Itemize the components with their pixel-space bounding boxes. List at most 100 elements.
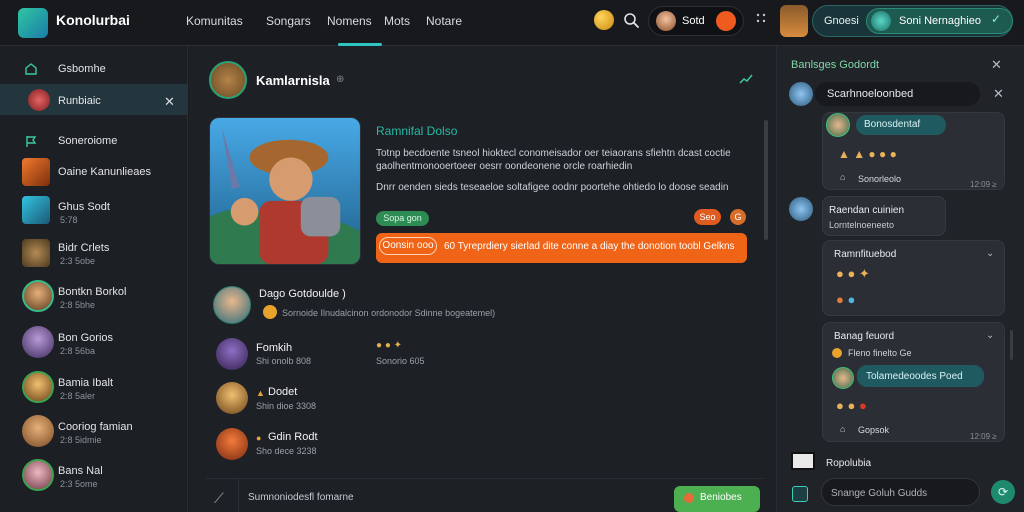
avatar [22,371,54,403]
orange-tag-small[interactable]: G [730,209,746,225]
sidebar-item-sub: 2:8 5idmie [60,435,102,445]
sidebar-item-cooriog[interactable]: Cooriog famian [58,421,133,433]
chevron-down-icon[interactable]: ⌄ [986,330,994,341]
nav-komunitas[interactable]: Komunitas [186,14,243,28]
sidebar-item-soneroiome[interactable]: Soneroiome [58,135,117,147]
message-text: Scarhnoeloonbed [827,88,914,100]
comment-author[interactable]: Dodet [268,386,297,398]
chip-text: Bonosdentaf [864,119,921,130]
page-title: Kamlarnisla [256,73,330,88]
timestamp: 12:09 ≥ [970,180,997,189]
comment-avatar[interactable] [216,382,248,414]
group-avatar[interactable] [209,61,247,99]
trend-icon[interactable] [739,72,753,86]
reaction-count: Sonorio 605 [376,356,425,366]
user-avatar[interactable] [656,11,676,31]
avatar [22,415,54,447]
avatar[interactable] [789,197,813,221]
notification-dot-icon[interactable] [716,11,736,31]
avatar [826,113,850,137]
sidebar-item-ghus[interactable]: Ghus Sodt [58,201,110,213]
sidebar-item-bamia[interactable]: Bamia Ibalt [58,377,113,389]
edit-icon[interactable] [792,486,808,502]
banner-pill[interactable]: Oonsin ooo [379,237,437,255]
sidebar-item-bontkn[interactable]: Bontkn Borkol [58,286,126,298]
comment-avatar[interactable] [213,286,251,324]
sidebar-item-bon[interactable]: Bon Gorios [58,332,113,344]
sidebar-item-gsbomhe[interactable]: Gsbomhe [58,63,106,75]
sidebar-item-sub: 2:8 5aler [60,391,96,401]
nav-mots[interactable]: Mots [384,14,410,28]
runbiaic-avatar [28,89,50,111]
sidebar-item-sub: 5:78 [60,215,78,225]
chat-input-placeholder: Snange Goluh Gudds [831,488,928,499]
lock-icon: ⌂ [840,424,846,434]
comment-meta: Sho dece 3238 [256,446,317,456]
sidebar-item-bidr[interactable]: Bidr Crlets [58,242,109,254]
card-title: Ramnifal Dolso [376,124,458,138]
close-icon[interactable]: ✕ [991,57,1002,73]
attach-icon[interactable]: ⟋ [214,490,224,507]
comment-avatar[interactable] [216,338,248,370]
reaction-icons[interactable]: ● ● ● [836,398,867,413]
banner-text: 60 Tyreprdiery sierlad dite conne a diay… [444,241,735,252]
comment-text: Sornoide Ilnudalcinon ordonodor Sdinne b… [282,308,496,318]
scrollbar[interactable] [764,120,768,240]
message-title: Ramnfituebod [834,249,897,260]
comment-author[interactable]: Gdin Rodt [268,431,318,443]
star-icon: ● [256,433,262,443]
comment-meta: Shi onolb 808 [256,356,312,366]
sidebar-item-bans[interactable]: Bans Nal [58,465,103,477]
nav-notare[interactable]: Notare [426,14,462,28]
star-icon: ▲ [256,388,265,398]
sidebar-item-runbiaic[interactable]: Runbiaic [58,95,101,107]
comment-author[interactable]: Fomkih [256,342,292,354]
close-icon[interactable]: ✕ [993,86,1004,102]
right-panel-title: Banlsges Godordt [791,59,880,71]
emoji-icon [263,305,277,319]
reaction-icons[interactable]: ● ● ✦ [836,266,870,282]
sidebar-item-sub: 2:8 5bhe [60,300,96,310]
reaction-icons[interactable]: ● ● ✦ [376,340,402,351]
comment-avatar[interactable] [216,428,248,460]
comment-author[interactable]: Dago Gotdoulde ) [259,288,346,300]
chevron-down-icon[interactable]: ⌄ [986,248,994,259]
green-tag[interactable]: Sopa gon [376,211,429,226]
sidebar-item-oaine[interactable]: Oaine Kanunlieaes [58,166,151,178]
coin-icon[interactable] [594,10,614,30]
info-icon[interactable]: ⊕ [336,74,344,85]
nav-songars[interactable]: Songars [266,14,311,28]
comment-meta: Shin dioe 3308 [256,401,317,411]
check-icon: ✓ [991,12,1002,26]
nav-nomens[interactable]: Nomens [327,14,372,28]
home-icon [25,63,37,75]
message-subtext: Lorntelnoeneeto [829,220,895,230]
reaction-icons[interactable]: ▲ ▲ ● ● ● [838,147,897,161]
scrollbar[interactable] [1010,330,1013,360]
orange-emblem-icon [22,158,50,186]
sidebar-item-sub: 2:8 56ba [60,346,96,356]
top-right-label: Gnoesi [824,15,859,27]
send-icon[interactable]: ⟳ [991,480,1015,504]
button-avatar [871,11,891,31]
message-footer: Gopsok [858,425,890,435]
avatar[interactable] [789,82,813,106]
app-logo[interactable] [18,8,48,38]
avatar [22,326,54,358]
avatar [22,459,54,491]
message-box[interactable] [822,196,946,236]
apps-grid-icon[interactable] [756,13,766,23]
comment-input-placeholder: Sumnoniodesfl fomarne [248,492,354,503]
flag-icon [26,136,37,147]
close-icon[interactable]: ✕ [164,94,175,110]
hero-image[interactable] [209,117,361,265]
hero-avatar[interactable] [780,5,808,37]
search-icon[interactable] [623,12,639,28]
avatar [22,280,54,312]
user-name: Sotd [682,15,705,27]
reaction-icons[interactable]: ● ● [836,292,855,307]
footer-label: Ropolubia [826,458,872,469]
card-body-secondary: Dnrr oenden sieds teseaeloe soltafigee o… [376,182,729,193]
orange-tag[interactable]: Seo [694,209,721,225]
lock-icon: ⌂ [840,172,846,182]
